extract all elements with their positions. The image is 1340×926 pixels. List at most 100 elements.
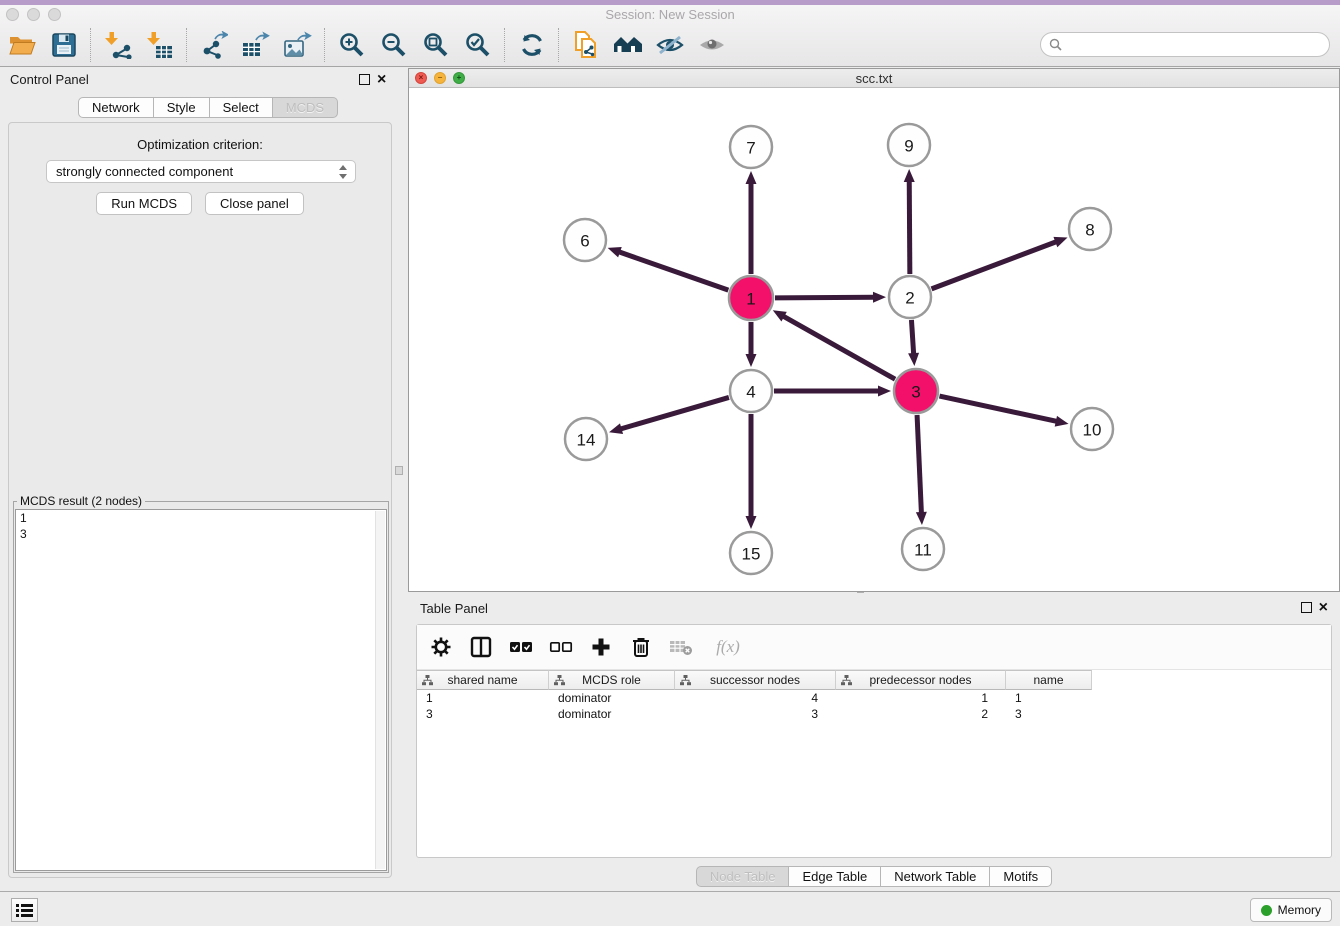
export-network-icon[interactable] <box>197 28 231 62</box>
network-canvas[interactable]: 1234678910111415 <box>409 88 1339 591</box>
memory-label: Memory <box>1278 903 1321 917</box>
table-tab-edge-table[interactable]: Edge Table <box>789 866 881 887</box>
refresh-icon[interactable] <box>515 28 549 62</box>
graph-edge-2-8[interactable] <box>932 241 1058 289</box>
zoom-out-icon[interactable] <box>377 28 411 62</box>
close-panel-button[interactable]: Close panel <box>205 192 304 215</box>
cell-predecessor-nodes: 2 <box>836 706 1006 722</box>
graph-edge-2-9[interactable] <box>909 180 910 274</box>
network-window-title: scc.txt <box>409 71 1339 86</box>
close-table-panel-icon[interactable]: × <box>1319 603 1328 613</box>
tab-select[interactable]: Select <box>210 97 273 118</box>
float-panel-icon[interactable] <box>359 74 370 85</box>
column-header-shared-name[interactable]: shared name <box>417 670 549 690</box>
memory-status-dot-icon <box>1261 905 1272 916</box>
close-panel-icon[interactable]: × <box>377 75 386 85</box>
graph-edge-arrowhead <box>904 169 915 182</box>
deselect-all-columns-icon[interactable] <box>549 635 573 659</box>
select-all-columns-icon[interactable] <box>509 635 533 659</box>
mcds-panel: Optimization criterion: strongly connect… <box>8 122 392 878</box>
export-image-icon[interactable] <box>281 28 315 62</box>
search-box[interactable] <box>1040 32 1330 57</box>
fx-label: f(x) <box>716 637 740 657</box>
network-graph: 1234678910111415 <box>409 88 1339 591</box>
mcds-result-value: 3 <box>16 526 386 542</box>
vertical-splitter-handle[interactable] <box>395 466 403 475</box>
column-header-name[interactable]: name <box>1006 670 1092 690</box>
tab-mcds[interactable]: MCDS <box>273 97 338 118</box>
graph-edge-3-10[interactable] <box>939 396 1057 422</box>
import-table-icon[interactable] <box>143 28 177 62</box>
table-tab-motifs[interactable]: Motifs <box>990 866 1052 887</box>
graph-node-label-15: 15 <box>742 545 761 564</box>
hide-selected-eye-icon[interactable] <box>653 28 687 62</box>
show-columns-icon[interactable] <box>469 635 493 659</box>
criterion-select-value: strongly connected component <box>56 164 233 179</box>
tab-style[interactable]: Style <box>154 97 210 118</box>
graph-edge-arrowhead <box>746 516 757 529</box>
cytoscape-app: { "titlebar": { "title": "Session: New S… <box>0 0 1340 926</box>
graph-node-label-11: 11 <box>914 541 932 560</box>
open-session-icon[interactable] <box>5 28 39 62</box>
new-network-from-selection-icon[interactable] <box>569 28 603 62</box>
tab-network[interactable]: Network <box>78 97 154 118</box>
search-input[interactable] <box>1067 36 1329 53</box>
memory-button[interactable]: Memory <box>1250 898 1332 922</box>
mcds-result-list[interactable]: 13 <box>15 509 387 871</box>
cell-MCDS-role: dominator <box>549 690 675 706</box>
control-panel-tabs: NetworkStyleSelectMCDS <box>78 97 338 118</box>
network-overview-icon[interactable] <box>611 28 645 62</box>
control-panel-title: Control Panel <box>10 72 89 87</box>
task-history-button[interactable] <box>11 898 38 922</box>
graph-edge-arrowhead <box>873 292 886 303</box>
column-header-label: shared name <box>447 673 517 687</box>
graph-edge-3-1[interactable] <box>782 316 895 380</box>
graph-node-label-4: 4 <box>746 383 755 402</box>
column-tree-icon <box>841 675 852 686</box>
graph-node-label-3: 3 <box>911 383 920 402</box>
run-mcds-button[interactable]: Run MCDS <box>96 192 192 215</box>
column-header-predecessor-nodes[interactable]: predecessor nodes <box>836 670 1006 690</box>
column-tree-icon <box>680 675 691 686</box>
result-scrollbar[interactable] <box>375 511 385 869</box>
graph-node-label-1: 1 <box>746 290 755 309</box>
control-panel-window-buttons: × <box>359 74 386 85</box>
table-row[interactable]: 3dominator323 <box>417 706 1331 722</box>
table-tab-node-table[interactable]: Node Table <box>696 866 790 887</box>
graph-edge-4-14[interactable] <box>620 397 729 429</box>
graph-edge-2-3[interactable] <box>911 320 913 355</box>
cell-shared-name: 1 <box>417 690 549 706</box>
criterion-select[interactable]: strongly connected component <box>46 160 356 183</box>
zoom-fit-icon[interactable] <box>419 28 453 62</box>
search-icon <box>1049 38 1062 51</box>
list-icon <box>15 902 34 919</box>
table-settings-gear-icon[interactable] <box>429 635 453 659</box>
column-header-successor-nodes[interactable]: successor nodes <box>675 670 836 690</box>
graph-node-label-6: 6 <box>580 232 589 251</box>
graph-node-label-9: 9 <box>904 137 913 156</box>
graph-edge-arrowhead <box>1053 237 1067 247</box>
export-table-icon[interactable] <box>239 28 273 62</box>
create-column-icon[interactable] <box>589 635 613 659</box>
delete-columns-trash-icon[interactable] <box>629 635 653 659</box>
zoom-selected-icon[interactable] <box>461 28 495 62</box>
float-table-panel-icon[interactable] <box>1301 602 1312 613</box>
graph-edge-3-11[interactable] <box>917 415 921 514</box>
table-row[interactable]: 1dominator411 <box>417 690 1331 706</box>
show-all-eye-icon[interactable] <box>695 28 729 62</box>
table-header-row: shared name MCDS rolesuccessor nodesprede… <box>417 670 1331 690</box>
table-body: 1dominator4113dominator323 <box>417 690 1331 722</box>
status-bar: Memory <box>0 891 1340 926</box>
graph-edge-1-2[interactable] <box>775 297 875 298</box>
zoom-in-icon[interactable] <box>335 28 369 62</box>
column-header-MCDS-role[interactable]: MCDS role <box>549 670 675 690</box>
graph-edge-arrowhead <box>908 353 919 366</box>
import-network-icon[interactable] <box>101 28 135 62</box>
graph-node-label-7: 7 <box>746 139 755 158</box>
function-builder-icon: f(x) <box>709 635 747 659</box>
table-tab-network-table[interactable]: Network Table <box>881 866 990 887</box>
toolbar-divider <box>90 28 92 62</box>
graph-edge-1-6[interactable] <box>618 252 728 291</box>
toolbar-divider <box>504 28 506 62</box>
save-session-icon[interactable] <box>47 28 81 62</box>
